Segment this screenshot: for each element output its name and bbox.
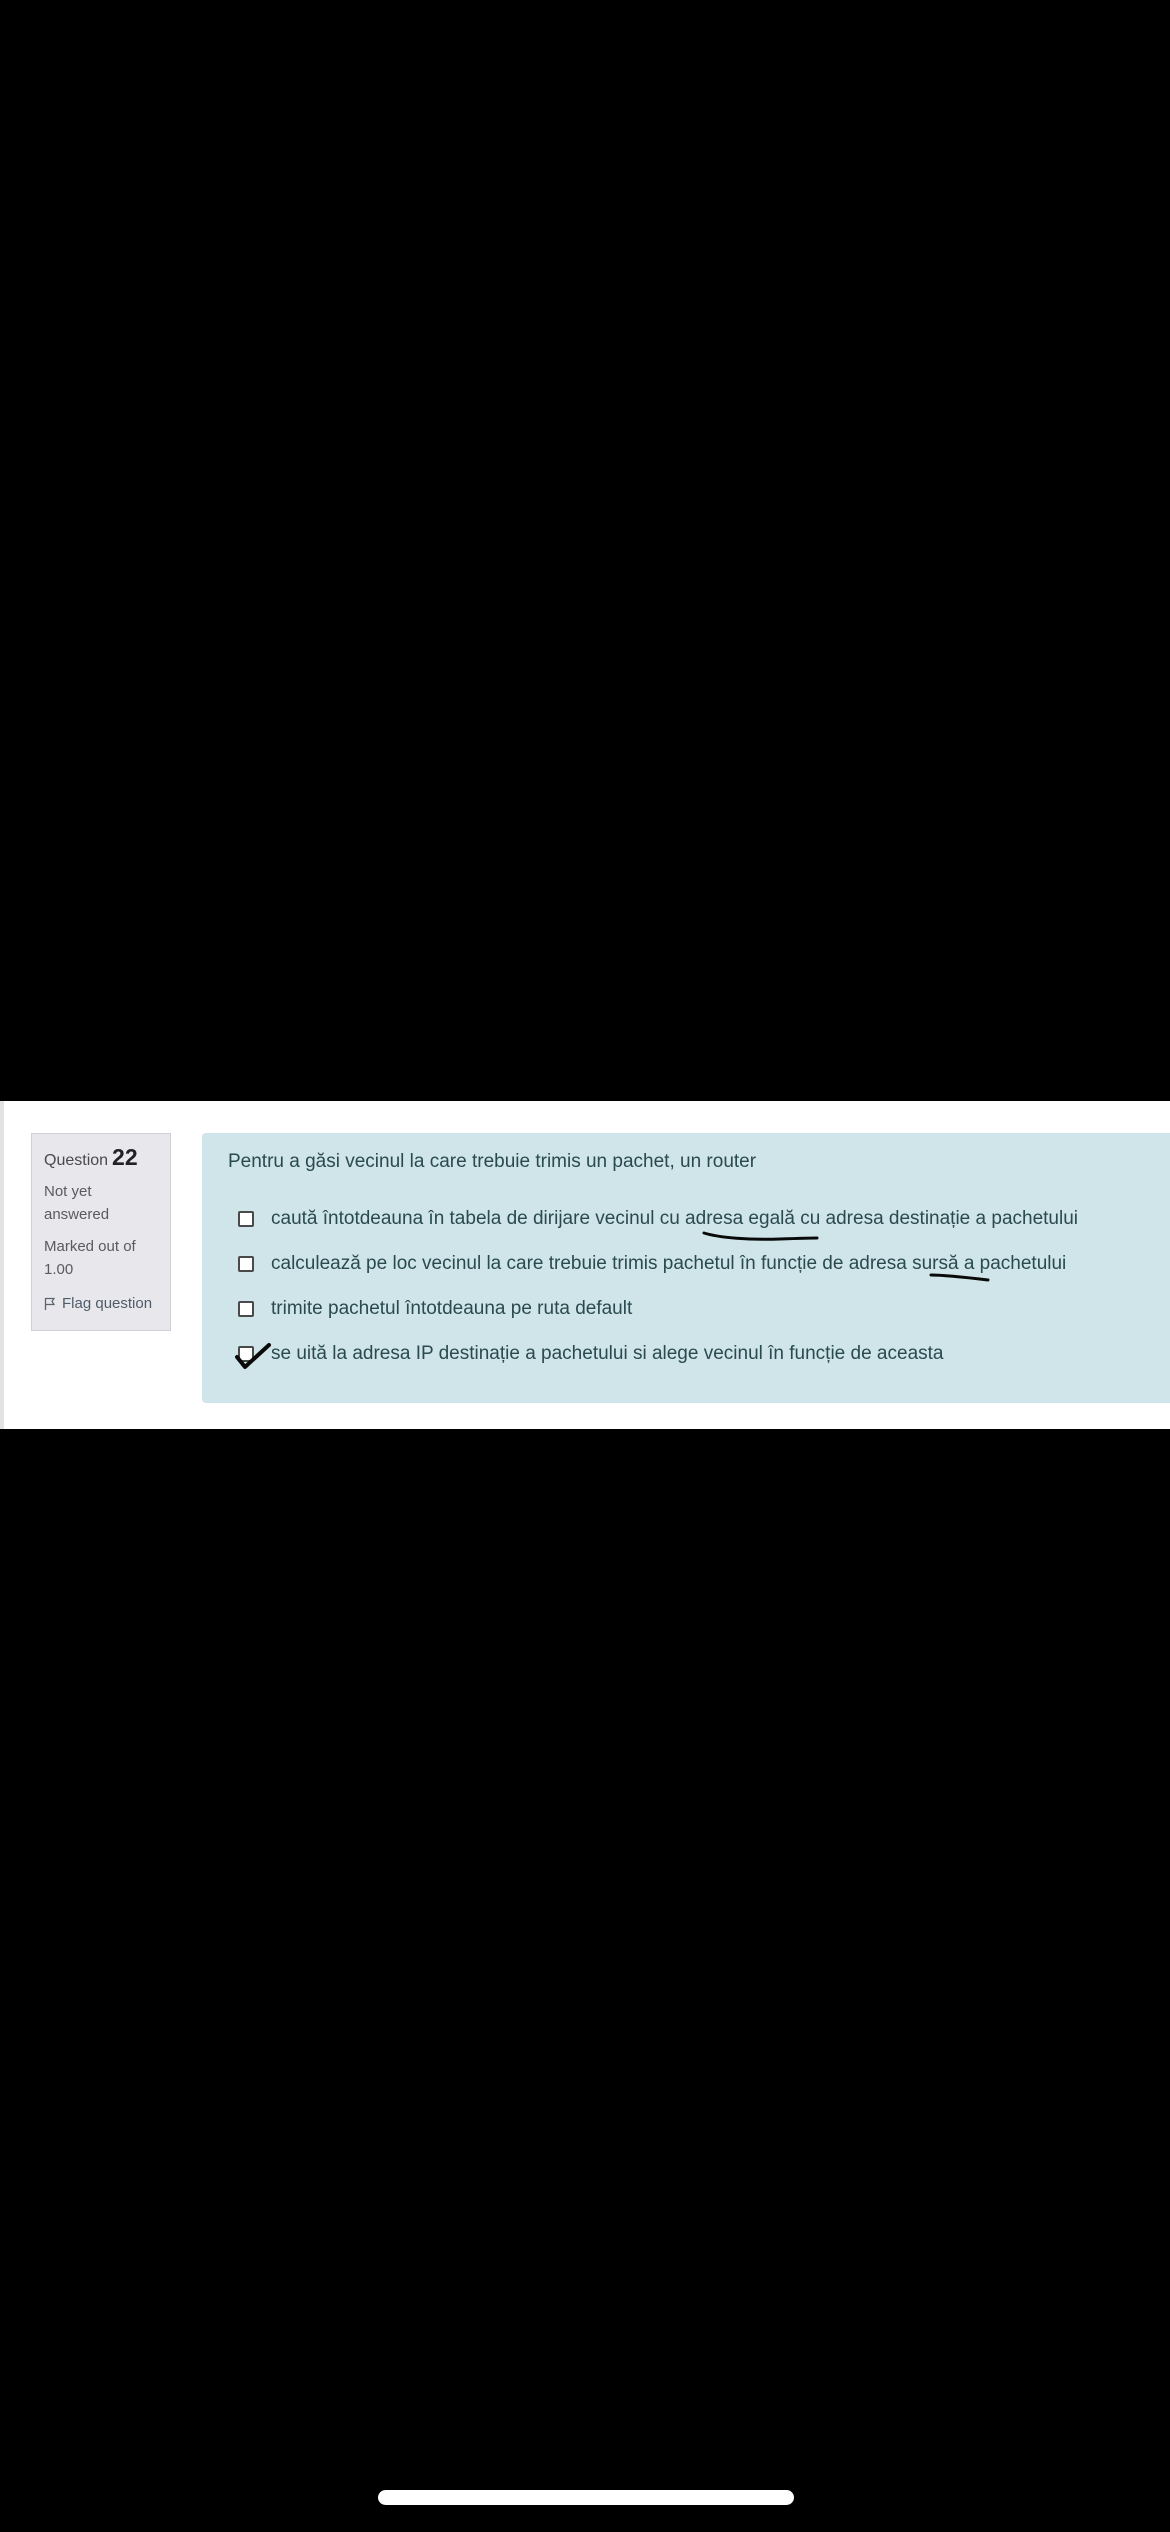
answer-label: trimite pachetul întotdeauna pe ruta def… xyxy=(271,1298,633,1319)
answer-option[interactable]: caută întotdeauna în tabela de dirijare … xyxy=(238,1208,1078,1230)
answer-option[interactable]: se uită la adresa IP destinație a pachet… xyxy=(238,1343,943,1365)
question-label: Question xyxy=(44,1152,109,1169)
flag-icon xyxy=(44,1297,56,1310)
question-number: 22 xyxy=(112,1144,138,1170)
answer-checkbox[interactable] xyxy=(238,1256,254,1272)
answer-option[interactable]: trimite pachetul întotdeauna pe ruta def… xyxy=(238,1298,632,1320)
question-content: Pentru a găsi vecinul la care trebuie tr… xyxy=(202,1133,1170,1403)
answer-checkbox[interactable] xyxy=(238,1301,254,1317)
question-state: Not yet answered xyxy=(44,1183,110,1223)
answer-checkbox-checked[interactable] xyxy=(238,1346,254,1362)
answer-label: calculează pe loc vecinul la care trebui… xyxy=(271,1253,1067,1274)
home-indicator[interactable] xyxy=(378,2490,794,2505)
answer-label: caută întotdeauna în tabela de dirijare … xyxy=(271,1208,1078,1229)
flag-question-label: Flag question xyxy=(62,1295,153,1312)
question-info: Question 22 Not yet answered Marked out … xyxy=(31,1133,171,1331)
answer-label: se uită la adresa IP destinație a pachet… xyxy=(271,1343,944,1364)
question-heading: Question 22 xyxy=(44,1144,158,1176)
answer-option[interactable]: calculează pe loc vecinul la care trebui… xyxy=(238,1253,1066,1275)
question-grade: Marked out of 1.00 xyxy=(44,1238,136,1278)
page-edge xyxy=(0,1101,4,1429)
question-text: Pentru a găsi vecinul la care trebuie tr… xyxy=(228,1151,757,1172)
answer-checkbox[interactable] xyxy=(238,1211,254,1227)
flag-question-link[interactable]: Flag question xyxy=(44,1295,158,1312)
